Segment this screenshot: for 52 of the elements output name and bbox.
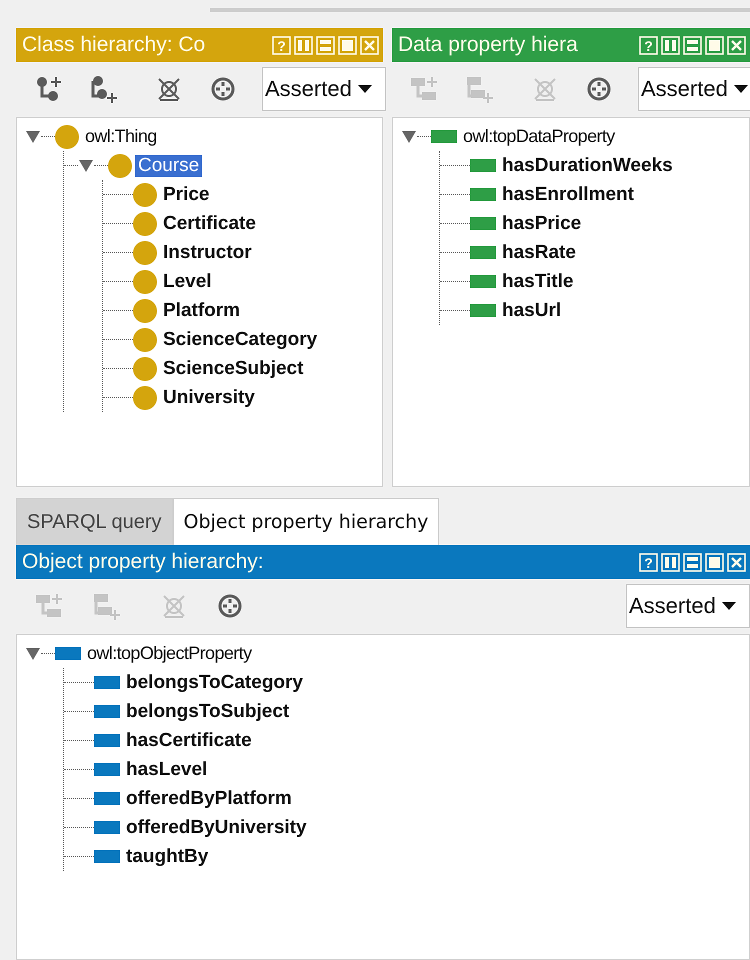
- expand-triangle-icon[interactable]: [402, 130, 416, 142]
- panel-title: Data property hiera: [398, 33, 578, 57]
- panel-title: Class hierarchy: Co: [22, 33, 206, 57]
- tree-node-label[interactable]: owl:topDataProperty: [460, 126, 618, 147]
- tree-node-label[interactable]: Price: [160, 184, 212, 206]
- tree-node-label[interactable]: Platform: [160, 300, 244, 322]
- node-plus-icon: [91, 591, 121, 621]
- tree-node-label[interactable]: owl:Thing: [82, 126, 160, 147]
- help-icon[interactable]: ?: [639, 552, 658, 572]
- tree-node-label[interactable]: ScienceSubject: [160, 358, 306, 380]
- node-plus-icon: [464, 74, 494, 104]
- close-icon[interactable]: [727, 552, 746, 572]
- caret-icon: [734, 85, 748, 93]
- tree-node-label[interactable]: owl:topObjectProperty: [84, 643, 254, 664]
- tree-node-label[interactable]: ScienceCategory: [160, 328, 320, 350]
- split-horizontal-icon[interactable]: [683, 36, 702, 54]
- close-icon[interactable]: [727, 36, 746, 54]
- tree-node-label[interactable]: Certificate: [160, 212, 259, 234]
- tree-node-label[interactable]: University: [160, 386, 258, 408]
- tree-node-label[interactable]: hasEnrollment: [499, 184, 637, 206]
- caret-icon: [358, 85, 372, 93]
- view-dropdown[interactable]: Asserted: [626, 584, 750, 628]
- panel-title: Object property hierarchy:: [22, 550, 264, 574]
- tree-node-label[interactable]: hasUrl: [499, 300, 564, 322]
- maximize-icon[interactable]: [705, 552, 724, 572]
- tree-node-label[interactable]: hasDurationWeeks: [499, 154, 676, 176]
- split-vertical-icon[interactable]: [661, 36, 680, 54]
- tab[interactable]: Object property hierarchy: [172, 498, 440, 545]
- tree-node-label[interactable]: hasLevel: [123, 758, 210, 780]
- tree-node-label[interactable]: hasTitle: [499, 270, 576, 292]
- view-dropdown[interactable]: Asserted: [638, 67, 750, 111]
- tree-node-label[interactable]: Course: [135, 154, 202, 176]
- tree-node-label[interactable]: belongsToCategory: [123, 672, 306, 694]
- tab[interactable]: SPARQL query: [16, 498, 173, 545]
- tree-node-label[interactable]: taughtBy: [123, 846, 212, 868]
- maximize-icon[interactable]: [705, 36, 724, 54]
- tree-node-label[interactable]: Instructor: [160, 242, 255, 264]
- expand-triangle-icon[interactable]: [79, 160, 93, 172]
- tree-node-label[interactable]: belongsToSubject: [123, 700, 292, 722]
- tree-node-label[interactable]: Level: [160, 270, 215, 292]
- expand-triangle-icon[interactable]: [26, 130, 40, 142]
- tree-node-label[interactable]: hasCertificate: [123, 730, 255, 752]
- node-plus-icon: [34, 74, 64, 104]
- split-horizontal-icon[interactable]: [683, 552, 702, 572]
- view-dropdown[interactable]: Asserted: [262, 67, 386, 111]
- split-vertical-icon[interactable]: [661, 552, 680, 572]
- caret-icon: [722, 602, 736, 610]
- tree-node-label[interactable]: hasRate: [499, 242, 579, 264]
- expand-triangle-icon[interactable]: [26, 648, 40, 660]
- tree-node-label[interactable]: offeredByUniversity: [123, 816, 310, 838]
- tree-node-label[interactable]: hasPrice: [499, 212, 584, 234]
- tree-node-label[interactable]: offeredByPlatform: [123, 788, 295, 810]
